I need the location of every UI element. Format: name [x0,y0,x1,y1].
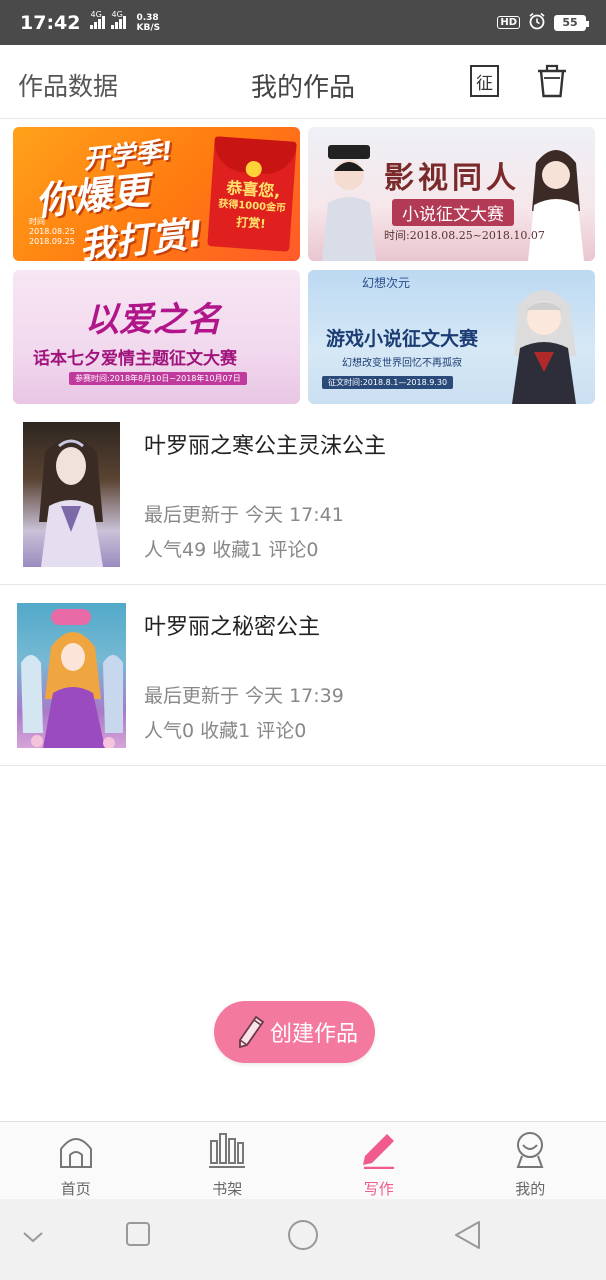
battery-icon: 55 [554,14,589,31]
red-envelope-icon: 恭喜您, 获得1000金币 打赏! [207,136,297,252]
delete-button[interactable] [535,63,569,99]
status-right: HD 55 [497,12,589,33]
bottom-tab-bar: 首页 书架 写作 我的 [0,1121,606,1199]
contest-button[interactable]: 征 [470,65,499,97]
bookshelf-icon [205,1130,249,1170]
character-image [512,290,576,404]
work-cover-image [23,422,120,567]
tab-bookshelf[interactable]: 书架 [152,1122,304,1199]
network-speed: 0.38 KB/S [136,12,161,33]
status-time: 17:42 [20,11,81,34]
work-cover-image [17,603,126,748]
tab-write[interactable]: 写作 [303,1122,455,1199]
tab-home[interactable]: 首页 [0,1122,152,1199]
work-stats: 人气49 收藏1 评论0 [144,539,319,561]
work-updated: 最后更新于 今天 17:39 [144,685,344,707]
work-title: 叶罗丽之秘密公主 [144,615,321,640]
work-stats: 人气0 收藏1 评论0 [144,720,307,742]
portrait-image [322,145,376,261]
chevron-down-icon[interactable] [22,1229,44,1245]
system-navigation-bar [0,1199,606,1280]
contest-icon: 征 [476,73,493,94]
work-item[interactable]: 叶罗丽之秘密公主 最后更新于 今天 17:39 人气0 收藏1 评论0 [0,585,606,766]
page-header: 作品数据 我的作品 征 [0,45,606,119]
recent-apps-icon[interactable] [125,1221,151,1247]
home-button-icon[interactable] [287,1219,319,1251]
create-work-label: 创建作品 [270,1022,359,1047]
signal-icon: 4G [90,10,106,29]
hd-icon: HD [497,16,520,29]
create-work-button[interactable]: 创建作品 [214,1001,375,1063]
banner-qixi-contest[interactable]: 以爱之名 话本七夕爱情主题征文大赛 参赛时间:2018年8月10日~2018年1… [13,270,300,404]
back-icon[interactable] [453,1219,483,1251]
pencil-icon [239,1015,265,1049]
work-item[interactable]: 叶罗丽之寒公主灵沫公主 最后更新于 今天 17:41 人气49 收藏1 评论0 [0,404,606,585]
status-bar: 17:42 4G 4G 0.38 KB/S HD 55 [0,0,606,45]
pen-icon [357,1130,401,1170]
home-icon [54,1130,98,1170]
banner-back-to-school[interactable]: 开学季! 你爆更 我打赏! 时间 2018.08.25 2018.09.25 恭… [13,127,300,261]
works-data-link[interactable]: 作品数据 [18,67,118,103]
profile-icon [508,1130,552,1170]
banner-time: 时间 2018.08.25 2018.09.25 [29,217,75,246]
trash-icon [538,64,566,98]
banner-film-fanfic[interactable]: 影视同人 小说征文大赛 时间:2018.08.25~2018.10.07 [308,127,595,261]
tab-profile[interactable]: 我的 [455,1122,606,1199]
signal-icons: 4G 4G [90,10,130,29]
alarm-icon [528,12,546,33]
work-title: 叶罗丽之寒公主灵沫公主 [144,434,387,459]
page-title: 我的作品 [250,73,355,103]
work-updated: 最后更新于 今天 17:41 [144,504,344,526]
portrait-image [528,150,584,261]
banner-game-fiction[interactable]: 幻想次元 游戏小说征文大赛 幻想改变世界回忆不再孤寂 征文时间:2018.8.1… [308,270,595,404]
signal-icon: 4G [111,10,127,29]
